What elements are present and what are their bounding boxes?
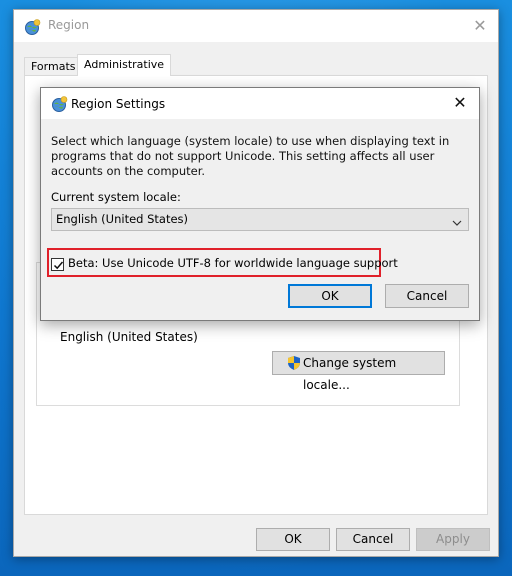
dialog-description: Select which language (system locale) to… [51,134,450,178]
window-title: Region [48,18,90,32]
selected-locale: English (United States) [56,212,189,226]
apply-button[interactable]: Apply [416,528,490,551]
dialog-ok-button[interactable]: OK [288,284,372,308]
close-icon[interactable]: ✕ [470,16,490,36]
current-locale-value: English (United States) [60,330,198,344]
shield-icon [286,355,302,371]
dialog-cancel-button[interactable]: Cancel [385,284,469,308]
dialog-title: Region Settings [71,97,166,111]
checkmark-icon [53,261,64,270]
change-system-locale-button[interactable]: Change system locale... [272,351,445,392]
cancel-button[interactable]: Cancel [336,528,410,551]
change-locale-label: Change system locale... [303,356,397,392]
system-locale-dropdown[interactable]: English (United States) [51,208,469,231]
utf8-beta-label[interactable]: Beta: Use Unicode UTF-8 for worldwide la… [68,256,398,270]
current-system-locale-label: Current system locale: [51,190,181,204]
globe-icon [51,95,69,113]
close-icon[interactable]: ✕ [450,93,470,113]
globe-icon [24,18,42,36]
utf8-beta-checkbox[interactable] [51,258,64,271]
ok-button[interactable]: OK [256,528,330,551]
chevron-down-icon [452,214,462,226]
region-settings-dialog: Region Settings ✕ Select which language … [40,87,480,321]
dialog-titlebar: Region Settings ✕ [41,88,479,119]
region-titlebar: Region ✕ [14,10,498,42]
tab-administrative[interactable]: Administrative [77,54,172,76]
tab-formats[interactable]: Formats [24,57,83,75]
